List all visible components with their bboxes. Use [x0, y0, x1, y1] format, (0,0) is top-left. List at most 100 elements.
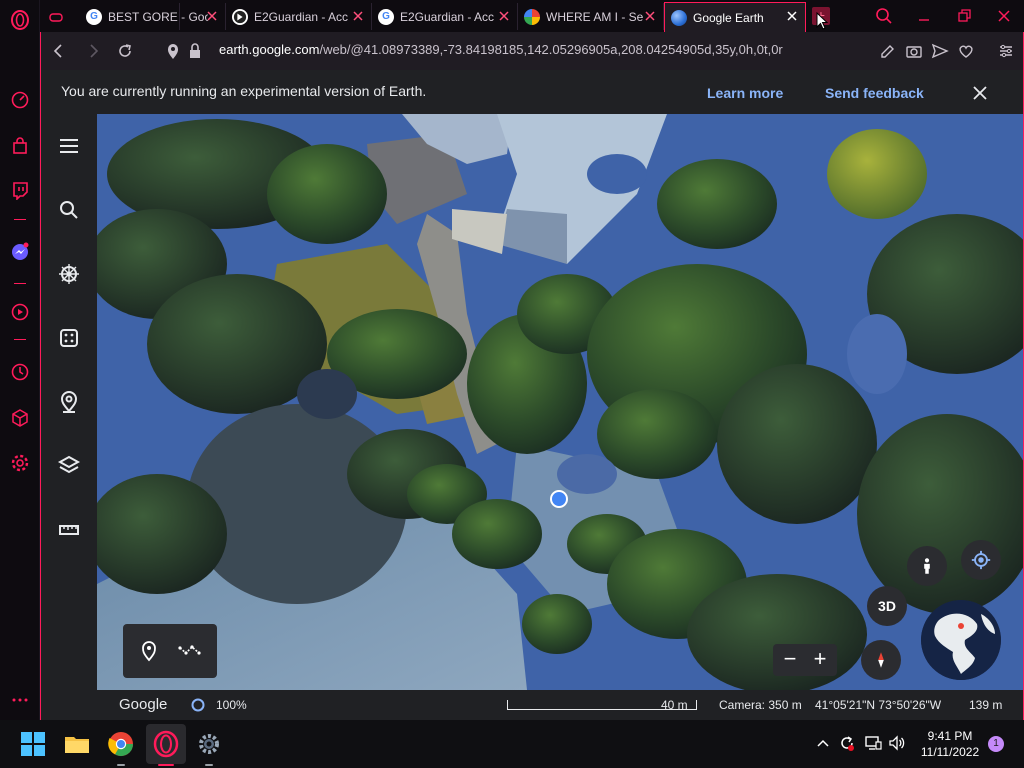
close-tab-icon[interactable]	[643, 9, 657, 23]
scale-label: 40 m	[661, 698, 688, 712]
player-icon[interactable]	[8, 300, 32, 324]
screen: G BEST GORE - Goo E2Guardian - Acc G E2G…	[0, 0, 1024, 768]
pegman-button[interactable]	[907, 546, 947, 586]
settings-icon[interactable]	[195, 730, 223, 758]
add-placemark-icon[interactable]	[139, 640, 159, 662]
tab-strip: G BEST GORE - Goo E2Guardian - Acc G E2G…	[40, 0, 1024, 32]
tab-0[interactable]: G BEST GORE - Goo	[80, 3, 226, 30]
sidebar-separator	[14, 283, 26, 284]
url-path: /web/@41.08973389,-73.84198185,142.05296…	[319, 42, 783, 57]
placemark-tools	[123, 624, 217, 678]
voyager-wheel-icon[interactable]	[57, 262, 81, 286]
draw-path-icon[interactable]	[177, 640, 203, 660]
restore-icon[interactable]	[954, 6, 974, 26]
camera-snapshot-icon[interactable]	[905, 42, 923, 60]
map-style-layers-icon[interactable]	[57, 454, 81, 478]
tab-3[interactable]: WHERE AM I - Se	[518, 3, 664, 30]
tab-4-active[interactable]: Google Earth	[664, 2, 806, 32]
crosshair-location-icon	[971, 550, 991, 570]
earth-left-rail	[41, 114, 97, 720]
google-g-icon: G	[86, 8, 102, 25]
globe-icon	[921, 600, 1001, 680]
reload-icon[interactable]	[115, 41, 135, 61]
system-clock[interactable]: 9:41 PM 11/11/2022	[918, 728, 982, 760]
history-icon[interactable]	[8, 360, 32, 384]
compass-button[interactable]	[861, 640, 901, 680]
opera-logo-icon[interactable]	[8, 8, 32, 32]
back-icon[interactable]	[49, 41, 69, 61]
close-tab-icon[interactable]	[785, 9, 799, 23]
opera-sidebar	[0, 0, 40, 720]
google-g-icon: G	[378, 8, 394, 25]
messenger-icon[interactable]	[8, 240, 32, 264]
forward-icon[interactable]	[83, 41, 103, 61]
close-window-icon[interactable]	[994, 6, 1014, 26]
close-tab-icon[interactable]	[205, 9, 219, 23]
search-icon[interactable]	[57, 198, 81, 222]
my-location-dot	[550, 490, 568, 508]
edit-icon[interactable]	[879, 42, 897, 60]
extensions-cube-icon[interactable]	[8, 406, 32, 430]
zoom-controls: − +	[773, 644, 837, 676]
lock-icon[interactable]	[185, 41, 205, 61]
speed-dial-icon[interactable]	[8, 88, 32, 112]
tab-title: WHERE AM I - Se	[546, 9, 644, 24]
camera-altitude: Camera: 350 m	[719, 698, 802, 712]
learn-more-link[interactable]: Learn more	[707, 85, 783, 101]
measure-ruler-icon[interactable]	[57, 518, 81, 542]
url-host: earth.google.com	[219, 42, 320, 57]
my-location-button[interactable]	[961, 540, 1001, 580]
heart-icon[interactable]	[957, 42, 975, 60]
active-indicator	[158, 764, 174, 766]
satellite-map-view[interactable]: 3D − +	[97, 114, 1023, 690]
close-tab-icon[interactable]	[351, 9, 365, 23]
sync-alert-icon[interactable]	[838, 734, 856, 752]
more-dots-icon[interactable]	[8, 688, 32, 712]
e2guardian-icon	[232, 8, 248, 25]
address-bar: earth.google.com/web/@41.08973389,-73.84…	[40, 32, 1024, 70]
shopping-bag-icon[interactable]	[8, 134, 32, 158]
loading-ring-icon	[191, 698, 205, 712]
running-indicator	[117, 764, 125, 766]
windows-taskbar: 9:41 PM 11/11/2022 1	[0, 720, 1024, 768]
url-field[interactable]: earth.google.com/web/@41.08973389,-73.84…	[219, 42, 783, 57]
twitch-icon[interactable]	[8, 178, 32, 202]
projects-pin-icon[interactable]	[57, 390, 81, 414]
close-tab-icon[interactable]	[497, 9, 511, 23]
toggle-3d-button[interactable]: 3D	[867, 586, 907, 626]
chrome-icon[interactable]	[107, 730, 135, 758]
file-explorer-icon[interactable]	[63, 730, 91, 758]
windows-start-icon[interactable]	[19, 730, 47, 758]
zoom-in-button[interactable]: +	[809, 646, 831, 672]
chevron-up-icon[interactable]	[814, 734, 832, 752]
easy-setup-icon[interactable]	[997, 42, 1015, 60]
close-icon[interactable]	[971, 84, 989, 102]
feeling-lucky-dice-icon[interactable]	[57, 326, 81, 350]
tab-1[interactable]: E2Guardian - Acc	[226, 3, 372, 30]
earth-status-bar: Google 100% 40 m Camera: 350 m 41°05'21"…	[97, 690, 1023, 720]
loading-percent: 100%	[216, 698, 247, 712]
globe-minimap[interactable]	[921, 600, 1001, 680]
sidebar-separator	[14, 219, 26, 220]
clock-time: 9:41 PM	[927, 729, 973, 743]
running-indicator	[205, 764, 213, 766]
opera-gx-icon[interactable]	[152, 730, 180, 758]
tab-2[interactable]: G E2Guardian - Acc	[372, 3, 518, 30]
menu-icon[interactable]	[57, 134, 81, 158]
compass-icon	[878, 652, 884, 668]
clock-date: 11/11/2022	[920, 745, 980, 759]
display-icon[interactable]	[864, 734, 882, 752]
tab-search-icon[interactable]	[874, 6, 894, 26]
send-icon[interactable]	[931, 42, 949, 60]
notification-badge[interactable]: 1	[988, 736, 1004, 752]
location-pin-icon[interactable]	[163, 41, 183, 61]
tab-title: BEST GORE - Goo	[108, 9, 208, 24]
volume-icon[interactable]	[888, 734, 906, 752]
settings-gear-icon[interactable]	[8, 451, 32, 475]
mouse-cursor-icon	[816, 12, 829, 30]
google-logo: Google	[119, 696, 168, 713]
minimize-icon[interactable]	[914, 6, 934, 26]
tab-title: Google Earth	[693, 10, 764, 25]
zoom-out-button[interactable]: −	[779, 646, 801, 672]
send-feedback-link[interactable]: Send feedback	[825, 85, 924, 101]
